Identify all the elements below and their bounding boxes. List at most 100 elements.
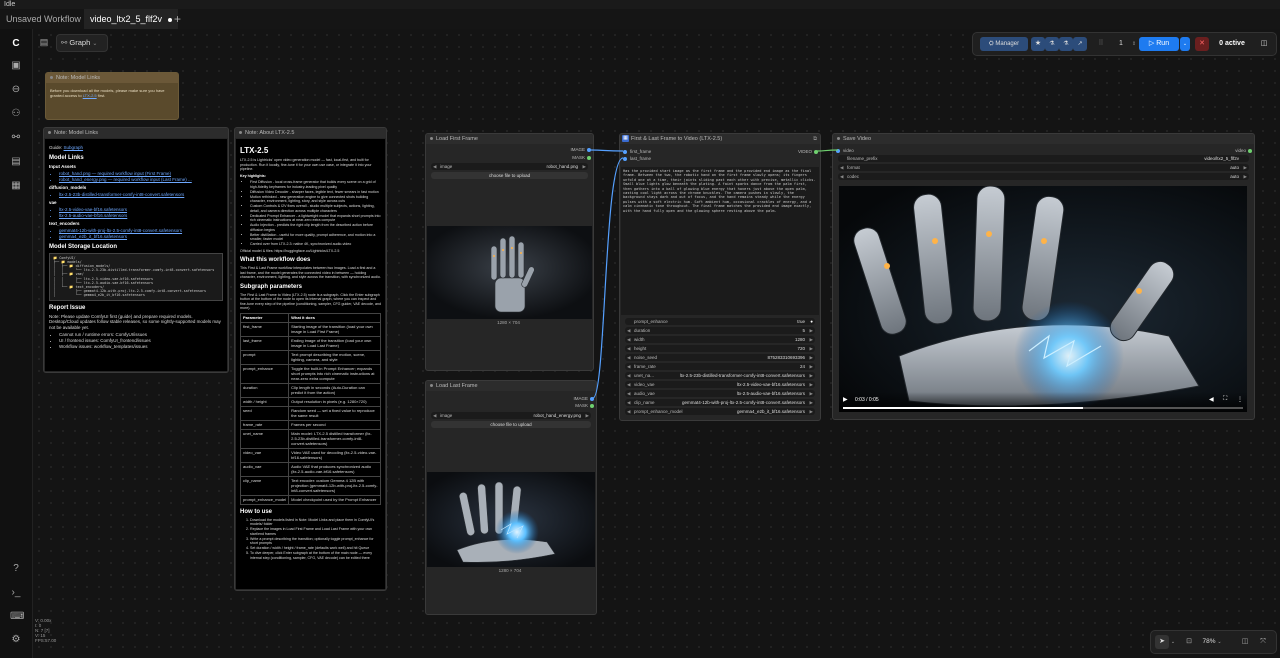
widget-duration[interactable]: ◀ duration 5 ▶ — [625, 327, 815, 334]
drag-handle-icon[interactable]: ⠿ — [1097, 37, 1105, 51]
load-last-frame-node[interactable]: Load Last Frame IMAGE MASK ◀ image robot_… — [425, 380, 597, 615]
output-image-slot[interactable] — [590, 397, 594, 401]
more-options-icon[interactable]: ⋮ — [1237, 396, 1243, 403]
param-name: audio_vae — [239, 461, 290, 477]
tab-unsaved-workflow[interactable]: Unsaved Workflow — [0, 9, 97, 29]
star-icon[interactable]: ★ — [1031, 37, 1045, 51]
left-arrow-icon: ◀ — [627, 364, 631, 369]
select-pointer-icon[interactable]: ➤ — [1155, 635, 1169, 649]
right-panel-icon[interactable]: ◫ — [1258, 37, 1270, 51]
nodes-icon[interactable]: ⊖ — [10, 84, 22, 96]
note-model-links-top[interactable]: Note: Model Links Before you download al… — [45, 72, 179, 120]
widget-label: format — [847, 165, 860, 170]
load-first-frame-node[interactable]: Load First Frame IMAGE MASK ◀ image robot… — [425, 133, 594, 371]
share-icon[interactable]: ↗ — [1073, 37, 1087, 51]
video-output-slot[interactable] — [1248, 149, 1252, 153]
guide-link[interactable]: Subgraph — [64, 145, 84, 150]
widget-format[interactable]: ◀ format auto ▶ — [838, 164, 1249, 171]
help-icon[interactable]: ? — [10, 563, 22, 575]
link-visibility-icon[interactable]: ⤧ — [1257, 635, 1269, 649]
widget-filename-prefix[interactable]: filename_prefix video/ltx2_5_flf2v — [838, 155, 1249, 162]
image-select[interactable]: ◀ image robot_hand_energy.png ▶ — [431, 412, 591, 419]
output-video-slot[interactable] — [814, 150, 818, 154]
widget-codec[interactable]: ◀ codec auto ▶ — [838, 173, 1249, 180]
progress-track[interactable] — [843, 407, 1243, 409]
queue-count-input[interactable]: 1 — [1111, 37, 1131, 51]
image-select[interactable]: ◀ image robot_hand.png ▶ — [431, 163, 588, 170]
widget-clip-name[interactable]: ◀ clip_name gemmat4-12b-with-proj-ltx-2.5-… — [625, 399, 815, 406]
highlight-item: Audio Injection - predicts the right cli… — [250, 223, 381, 232]
official-link[interactable]: Official model & files: https://huggingf… — [240, 249, 381, 254]
enter-subgraph-icon[interactable]: ⧉ — [813, 134, 817, 144]
model-link[interactable]: gemmat4-12b-with-proj-ltx-2.5-comfy-int8… — [59, 228, 223, 234]
zoom-level[interactable]: 78% ⌄ — [1199, 635, 1225, 649]
report-item[interactable]: UI / frontend issues: ComfyUI_frontend/i… — [59, 338, 223, 344]
model-link[interactable]: ltx-2.5-23b-distilled-transformer-comfy-… — [59, 192, 223, 198]
input-link[interactable]: robot_hand.png — required workflow input… — [59, 171, 223, 177]
model-link[interactable]: gemma4_e2b_it_bf16.safetensors — [59, 234, 223, 240]
output-image-slot[interactable] — [587, 148, 591, 152]
chevron-down-icon[interactable]: ⌄ — [1169, 635, 1177, 649]
note-model-links[interactable]: Note: Model Links Guide: Subgraph Model … — [43, 127, 229, 373]
fit-view-icon[interactable]: ⊡ — [1183, 635, 1195, 649]
active-jobs-count[interactable]: 0 active — [1216, 37, 1248, 51]
input-first-frame-slot[interactable] — [623, 150, 627, 154]
report-item[interactable]: Cannot run / runtime errors: ComfyUI/iss… — [59, 332, 223, 338]
widget-prompt-enhance-model[interactable]: ◀ prompt_enhance_model gemma4_e2b_it_bf16.… — [625, 408, 815, 415]
table-row: seed Random seed — set a fixed value to r… — [239, 405, 381, 421]
access-link[interactable]: LTX-2.5 — [83, 93, 97, 98]
output-mask-slot[interactable] — [587, 156, 591, 160]
widget-video-vae[interactable]: ◀ video_vae ltx-2.5-video-vae-bf16.safeten… — [625, 381, 815, 388]
note-about-ltx[interactable]: Note: About LTX-2.5 LTX-2.5 LTX-2.5 is L… — [234, 127, 387, 591]
report-list: Cannot run / runtime errors: ComfyUI/iss… — [49, 332, 223, 350]
widget-unet-na[interactable]: ◀ unet_na... ltx-2.5-23b-distilled-transfo… — [625, 372, 815, 379]
terminal-icon[interactable]: ›_ — [10, 587, 22, 599]
what-heading: What this workflow does — [240, 257, 311, 263]
run-options-chevron-icon[interactable]: ⌄ — [1180, 37, 1190, 51]
graph-menu-button[interactable]: ⚯ Graph ⌄ — [56, 34, 108, 52]
queue-icon[interactable]: ▦ — [10, 180, 22, 192]
output-label: VIDEO — [797, 149, 812, 154]
widget-audio-vae[interactable]: ◀ audio_vae ltx-2.5-audio-vae-bf16.safeten… — [625, 390, 815, 397]
cancel-icon[interactable]: ✕ — [1195, 37, 1209, 51]
widget-height[interactable]: ◀ height 720 ▶ — [625, 345, 815, 352]
output-mask-slot[interactable] — [590, 404, 594, 408]
models-icon[interactable]: ⚇ — [10, 108, 22, 120]
input-last-frame-slot[interactable] — [623, 157, 627, 161]
tab-video-workflow[interactable]: video_ltx2_5_flf2v — [84, 9, 179, 29]
play-icon[interactable]: ▶ — [843, 396, 848, 403]
comfy-logo-icon[interactable]: C — [10, 38, 22, 50]
param-description: Clip length in seconds (Auto-Duration ca… — [288, 382, 381, 398]
new-tab-button[interactable]: + — [168, 9, 187, 29]
stepper-icon[interactable]: ⇕ — [1131, 37, 1137, 51]
run-button[interactable]: ▷ Run — [1139, 37, 1179, 51]
model-link[interactable]: ltx-2.5-video-vae-bf16.safetensors — [59, 207, 223, 213]
param-description: Video VAE used for decoding (ltx-2.5-vid… — [288, 447, 381, 463]
flask-plus-icon[interactable]: ⚗ — [1059, 37, 1073, 51]
panel-toggle-icon[interactable]: ▤ — [38, 36, 50, 48]
widget-prompt-enhance[interactable]: prompt_enhance true ● — [625, 318, 815, 325]
widget-frame-rate[interactable]: ◀ frame_rate 24 ▶ — [625, 363, 815, 370]
video-player[interactable]: ▶ 0:03 / 0:05 ◀ ⛶ ⋮ — [839, 186, 1247, 412]
upload-button[interactable]: choose file to upload — [431, 421, 591, 428]
prompt-textarea[interactable]: Has the provided start image as the firs… — [621, 167, 819, 315]
workflows-icon[interactable]: ⚯ — [10, 132, 22, 144]
model-link[interactable]: ltx-2.5-audio-vae-bf16.safetensors — [59, 213, 223, 219]
minimap-icon[interactable]: ◫ — [1239, 635, 1251, 649]
save-video-node[interactable]: Save Video video video filename_prefix vi… — [832, 133, 1255, 420]
templates-icon[interactable]: ▤ — [10, 156, 22, 168]
input-video-slot[interactable] — [836, 149, 840, 153]
volume-icon[interactable]: ◀ — [1209, 396, 1214, 403]
flask-icon[interactable]: ⚗ — [1045, 37, 1059, 51]
images-icon[interactable]: ▣ — [10, 60, 22, 72]
settings-gear-icon[interactable]: ⚙ — [10, 634, 22, 646]
fullscreen-icon[interactable]: ⛶ — [1223, 396, 1227, 403]
widget-noise-seed[interactable]: ◀ noise_seed 875283310693396 ▶ — [625, 354, 815, 361]
keyboard-icon[interactable]: ⌨ — [10, 611, 24, 623]
report-item[interactable]: Workflow issues: workflow_templates/issu… — [59, 344, 223, 350]
manager-button[interactable]: ⛭ Manager — [980, 37, 1028, 51]
widget-width[interactable]: ◀ width 1280 ▶ — [625, 336, 815, 343]
upload-button[interactable]: choose file to upload — [431, 172, 588, 179]
flf-to-video-node[interactable]: ▦ First & Last Frame to Video (LTX-2.5) … — [619, 133, 821, 421]
input-link[interactable]: robot_hand_energy.png — required workflo… — [59, 177, 223, 183]
